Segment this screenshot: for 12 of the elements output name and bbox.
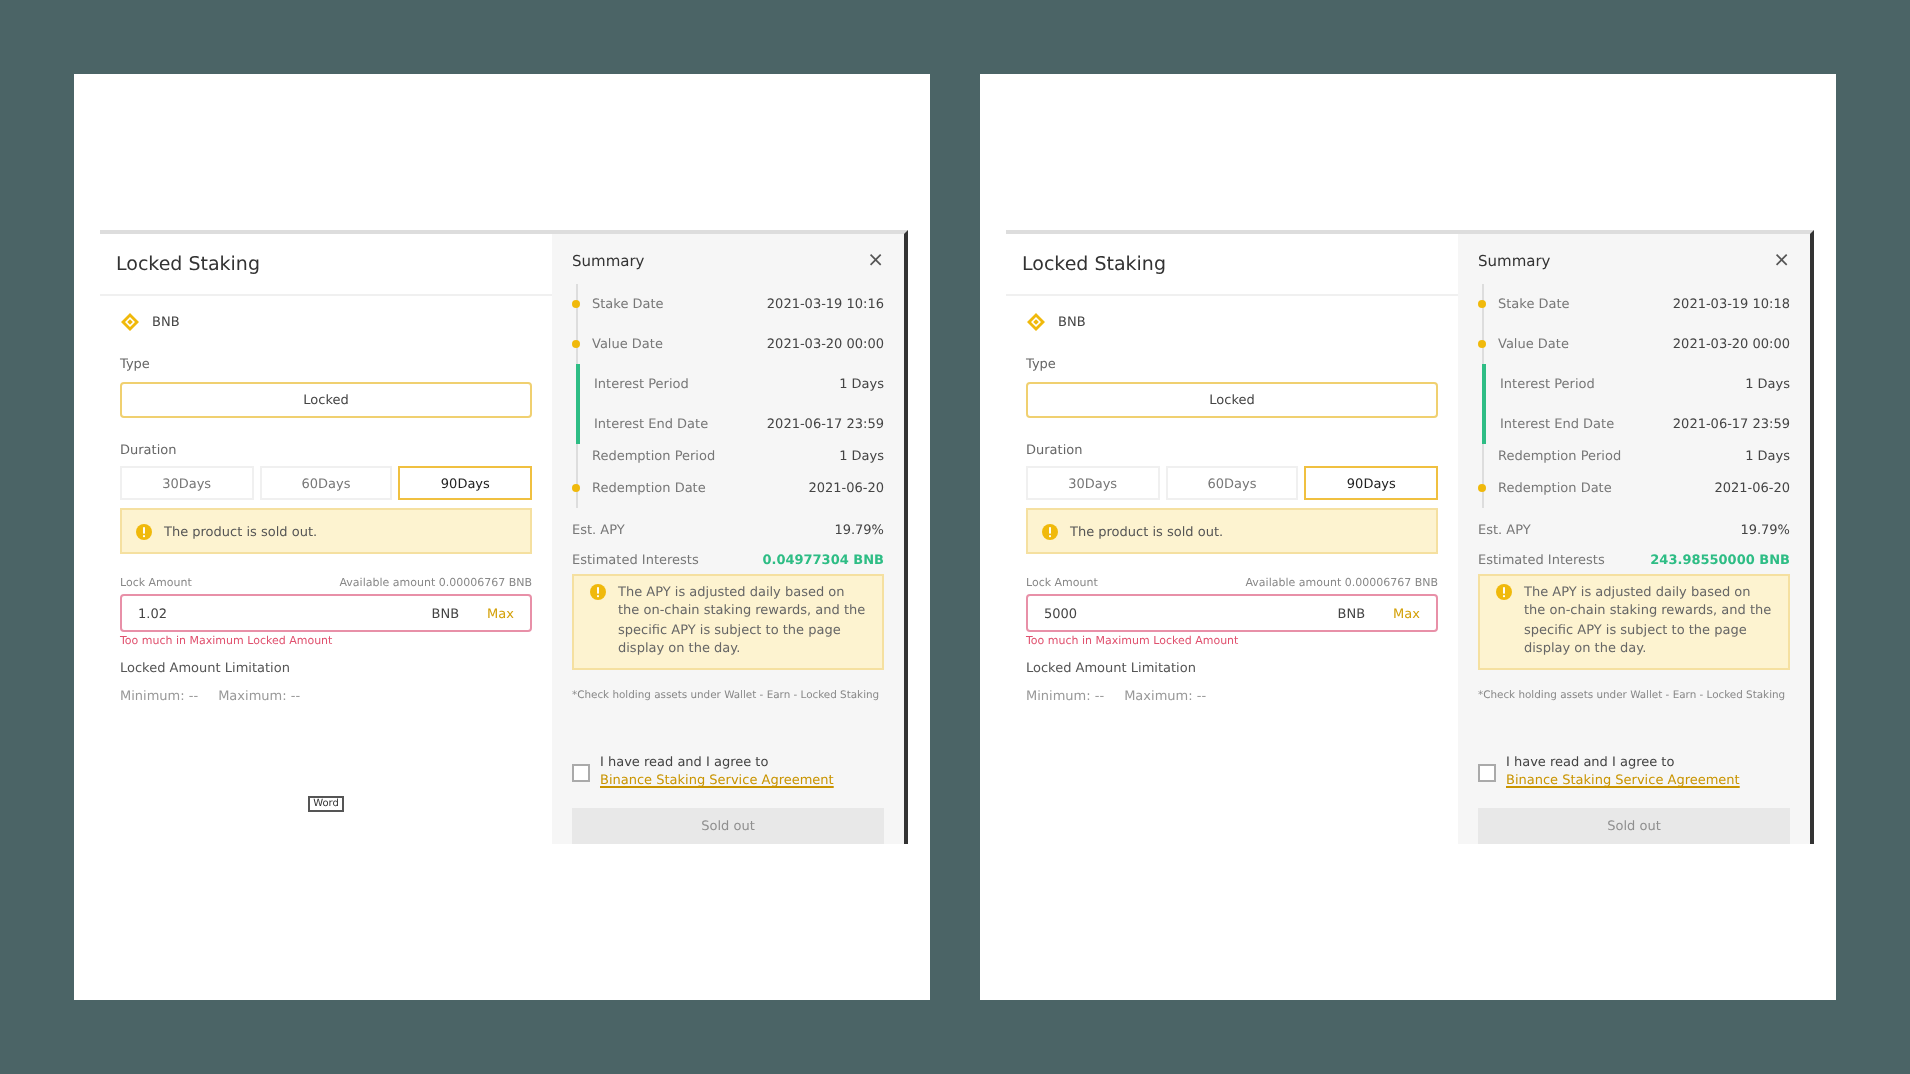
agree-checkbox[interactable] [572,763,590,782]
coin-logo-icon [120,312,140,332]
info-icon [1496,584,1512,600]
close-button[interactable]: × [1773,250,1790,272]
coin-logo-icon [1026,312,1046,332]
info-icon [590,584,606,600]
agree-checkbox[interactable] [1478,763,1496,782]
info-icon [1042,523,1058,539]
dialog-title: Locked Staking [1022,253,1166,275]
dialog-title: Locked Staking [116,253,260,275]
info-icon [136,523,152,539]
close-button[interactable]: × [867,250,884,272]
